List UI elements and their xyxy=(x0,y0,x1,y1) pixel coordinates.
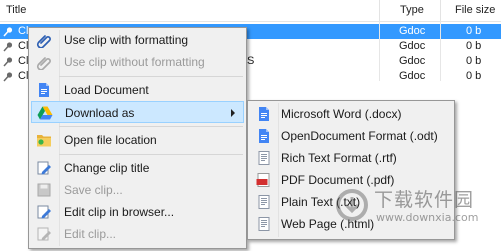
row-title: Cl xyxy=(18,25,29,37)
menu-separator xyxy=(59,154,243,155)
menu-item-label: Edit clip in browser... xyxy=(64,205,175,219)
menu-item-label: Download as xyxy=(65,106,135,120)
paperclip-icon xyxy=(36,35,51,48)
menu-item-edit-clip[interactable]: Edit clip... xyxy=(31,223,244,245)
paperclip-icon xyxy=(36,57,51,70)
save-icon xyxy=(37,183,51,197)
word-doc-icon xyxy=(259,107,269,121)
row-title: Cl xyxy=(18,70,29,82)
column-divider xyxy=(440,21,441,81)
menu-item-plain-text[interactable]: Plain Text (.txt) xyxy=(250,191,452,213)
menu-item-label: Edit clip... xyxy=(64,227,117,241)
menu-item-label: Web Page (.html) xyxy=(281,217,375,231)
row-size: 0 b xyxy=(466,40,482,52)
menu-item-label: Change clip title xyxy=(64,161,150,175)
menu-item-microsoft-word[interactable]: Microsoft Word (.docx) xyxy=(250,103,452,125)
row-type: Gdoc xyxy=(399,40,426,52)
row-size: 0 b xyxy=(466,25,482,37)
row-type: Gdoc xyxy=(399,55,426,67)
row-type: Gdoc xyxy=(399,70,426,82)
menu-item-opendocument[interactable]: OpenDocument Format (.odt) xyxy=(250,125,452,147)
row-title: Cl xyxy=(18,40,29,52)
menu-item-label: Microsoft Word (.docx) xyxy=(281,107,402,121)
pin-icon xyxy=(3,57,13,67)
menu-item-save-clip[interactable]: Save clip... xyxy=(31,179,244,201)
row-title-tail: S xyxy=(247,55,255,67)
column-divider xyxy=(379,21,380,81)
row-size: 0 b xyxy=(466,70,482,82)
menu-item-label: Save clip... xyxy=(64,183,123,197)
column-header-type[interactable]: Type xyxy=(400,0,424,21)
context-menu: Use clip with formatting Use clip withou… xyxy=(28,27,247,249)
menu-item-web-page[interactable]: Web Page (.html) xyxy=(250,213,452,235)
menu-item-label: Use clip with formatting xyxy=(64,33,189,47)
pdf-icon xyxy=(256,173,270,187)
html-doc-icon xyxy=(258,217,270,231)
column-header-size[interactable]: File size xyxy=(455,0,495,21)
download-as-submenu: Microsoft Word (.docx) OpenDocument Form… xyxy=(247,100,455,240)
menu-item-rich-text[interactable]: Rich Text Format (.rtf) xyxy=(250,147,452,169)
list-header: Title Type File size xyxy=(0,0,501,22)
row-size: 0 b xyxy=(466,55,482,67)
menu-item-label: Open file location xyxy=(64,133,157,147)
pin-icon xyxy=(3,42,13,52)
pencil-page-icon xyxy=(37,205,51,219)
column-divider[interactable] xyxy=(379,0,380,21)
menu-item-label: Use clip without formatting xyxy=(64,55,205,69)
column-divider[interactable] xyxy=(440,0,441,21)
txt-doc-icon xyxy=(258,195,270,209)
menu-item-download-as[interactable]: Download as xyxy=(31,101,244,123)
folder-icon xyxy=(37,135,51,147)
google-drive-icon xyxy=(37,106,53,120)
pencil-page-icon xyxy=(37,227,51,241)
pencil-page-icon xyxy=(37,161,51,175)
menu-item-label: Load Document xyxy=(64,83,149,97)
column-header-title[interactable]: Title xyxy=(6,0,26,21)
menu-separator xyxy=(59,76,243,77)
menu-item-use-clip-with-formatting[interactable]: Use clip with formatting xyxy=(31,29,244,51)
menu-item-label: PDF Document (.pdf) xyxy=(281,173,395,187)
row-type: Gdoc xyxy=(399,25,426,37)
menu-separator xyxy=(59,126,243,127)
google-doc-icon xyxy=(39,83,49,97)
menu-item-load-document[interactable]: Load Document xyxy=(31,79,244,101)
pin-icon xyxy=(3,27,13,37)
menu-item-open-file-location[interactable]: Open file location xyxy=(31,129,244,151)
menu-item-edit-clip-in-browser[interactable]: Edit clip in browser... xyxy=(31,201,244,223)
menu-item-label: Rich Text Format (.rtf) xyxy=(281,151,397,165)
menu-item-change-clip-title[interactable]: Change clip title xyxy=(31,157,244,179)
menu-item-use-clip-without-formatting[interactable]: Use clip without formatting xyxy=(31,51,244,73)
menu-item-label: Plain Text (.txt) xyxy=(281,195,361,209)
rtf-doc-icon xyxy=(258,151,270,165)
pin-icon xyxy=(3,72,13,82)
odt-doc-icon xyxy=(259,129,269,143)
row-title: Cl xyxy=(18,55,29,67)
menu-item-label: OpenDocument Format (.odt) xyxy=(281,129,438,143)
submenu-arrow-icon xyxy=(231,109,235,117)
menu-item-pdf[interactable]: PDF Document (.pdf) xyxy=(250,169,452,191)
